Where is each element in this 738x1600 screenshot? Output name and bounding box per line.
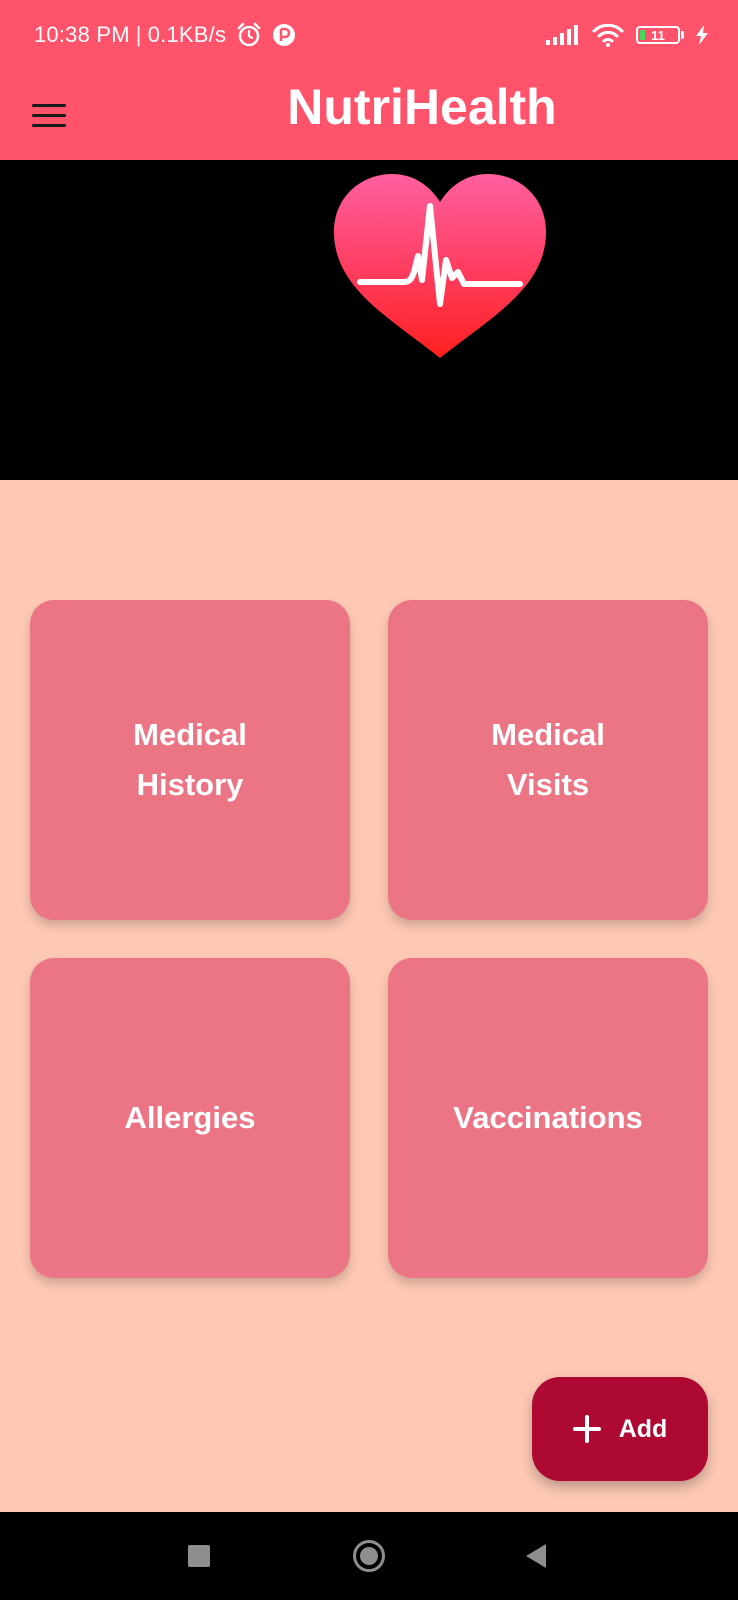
status-left: 10:38 PM | 0.1KB/s — [34, 22, 296, 48]
battery-fill — [640, 30, 645, 40]
app-title: NutriHealth — [287, 79, 557, 135]
alarm-icon — [236, 22, 262, 48]
app-notification-icon — [272, 23, 296, 47]
hero-banner — [0, 160, 738, 480]
battery-icon: 11 — [636, 26, 684, 44]
battery-body: 11 — [636, 26, 680, 44]
heart-pulse-logo — [334, 174, 546, 358]
home-button[interactable] — [329, 1512, 409, 1600]
signal-icon — [546, 25, 580, 45]
recents-button[interactable] — [159, 1512, 239, 1600]
card-label: Medical History — [133, 717, 247, 802]
card-label: Allergies — [124, 1100, 256, 1135]
status-right: 11 — [546, 23, 708, 47]
allergies-card[interactable]: Allergies — [30, 958, 350, 1278]
medical-history-card[interactable]: Medical History — [30, 600, 350, 920]
wifi-icon — [592, 23, 624, 47]
app-bar: NutriHealth — [0, 70, 738, 160]
status-separator: | — [135, 22, 142, 47]
app-screen: 10:38 PM | 0.1KB/s 11 NutriHealth Medica… — [0, 0, 738, 1600]
add-button-label: Add — [618, 1414, 668, 1443]
card-label: Medical Visits — [491, 717, 605, 802]
charging-icon — [696, 25, 708, 45]
home-icon — [353, 1540, 385, 1572]
status-bar: 10:38 PM | 0.1KB/s 11 — [0, 0, 738, 70]
status-time: 10:38 PM — [34, 22, 130, 47]
recents-icon — [188, 1545, 210, 1567]
add-button[interactable]: Add — [532, 1377, 708, 1481]
back-button[interactable] — [496, 1512, 576, 1600]
network-speed: 0.1KB/s — [147, 22, 227, 47]
battery-level: 11 — [651, 27, 665, 43]
back-icon — [526, 1544, 546, 1568]
plus-icon — [572, 1415, 601, 1443]
battery-cap — [681, 31, 684, 39]
card-label: Vaccinations — [453, 1100, 643, 1135]
vaccinations-card[interactable]: Vaccinations — [388, 958, 708, 1278]
system-navigation-bar — [0, 1512, 738, 1600]
medical-visits-card[interactable]: Medical Visits — [388, 600, 708, 920]
